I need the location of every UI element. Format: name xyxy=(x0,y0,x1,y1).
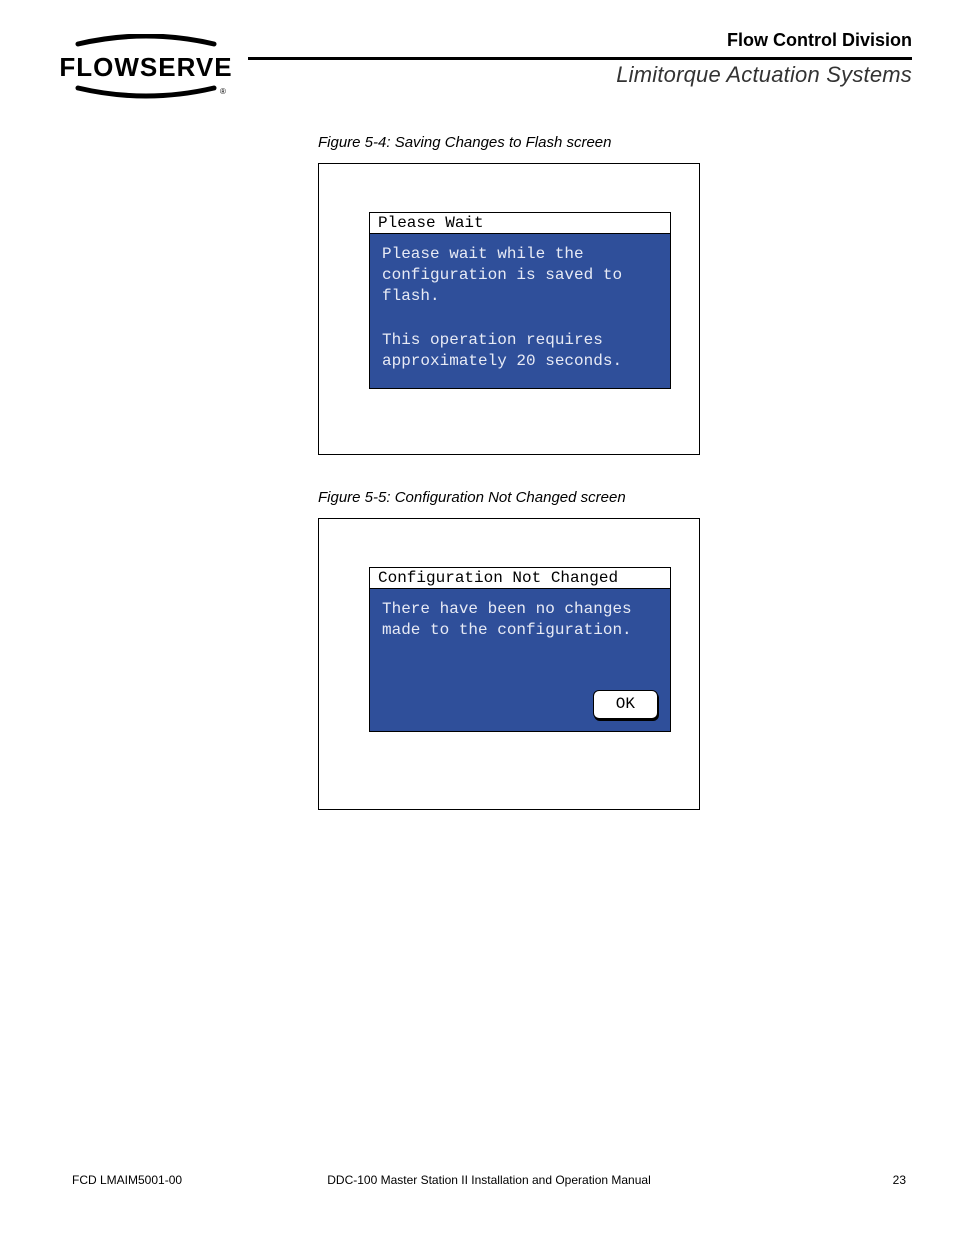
config-not-changed-dialog: Configuration Not Changed There have bee… xyxy=(369,567,671,732)
figure-5-4-caption: Figure 5-4: Saving Changes to Flash scre… xyxy=(318,134,954,151)
page-header: FLOWSERVE ® Flow Control Division Limito… xyxy=(0,0,954,88)
footer-doc-id: FCD LMAIM5001-00 xyxy=(72,1173,182,1187)
please-wait-dialog-title: Please Wait xyxy=(370,213,670,234)
dialog-text-line: Please wait while the configuration is s… xyxy=(382,244,658,306)
please-wait-dialog: Please Wait Please wait while the config… xyxy=(369,212,671,389)
config-not-changed-dialog-title: Configuration Not Changed xyxy=(370,568,670,589)
footer-page-number: 23 xyxy=(893,1173,906,1187)
header-rule xyxy=(248,57,912,60)
page-footer: FCD LMAIM5001-00 DDC-100 Master Station … xyxy=(72,1173,906,1187)
please-wait-dialog-body: Please wait while the configuration is s… xyxy=(370,234,670,388)
figure-5-4-screen: Please Wait Please wait while the config… xyxy=(318,163,700,455)
ok-button[interactable]: OK xyxy=(593,690,658,719)
dialog-text-line: There have been no changes made to the c… xyxy=(382,599,658,641)
logo-text: FLOWSERVE xyxy=(59,52,232,82)
figure-5-5-caption: Figure 5-5: Configuration Not Changed sc… xyxy=(318,489,954,506)
footer-manual-title: DDC-100 Master Station II Installation a… xyxy=(72,1173,906,1187)
dialog-text-line: This operation requires approximately 20… xyxy=(382,330,658,372)
svg-text:®: ® xyxy=(220,87,226,96)
config-not-changed-dialog-body: There have been no changes made to the c… xyxy=(370,589,670,731)
flowserve-logo: FLOWSERVE ® xyxy=(56,34,236,105)
figure-5-5-screen: Configuration Not Changed There have bee… xyxy=(318,518,700,810)
